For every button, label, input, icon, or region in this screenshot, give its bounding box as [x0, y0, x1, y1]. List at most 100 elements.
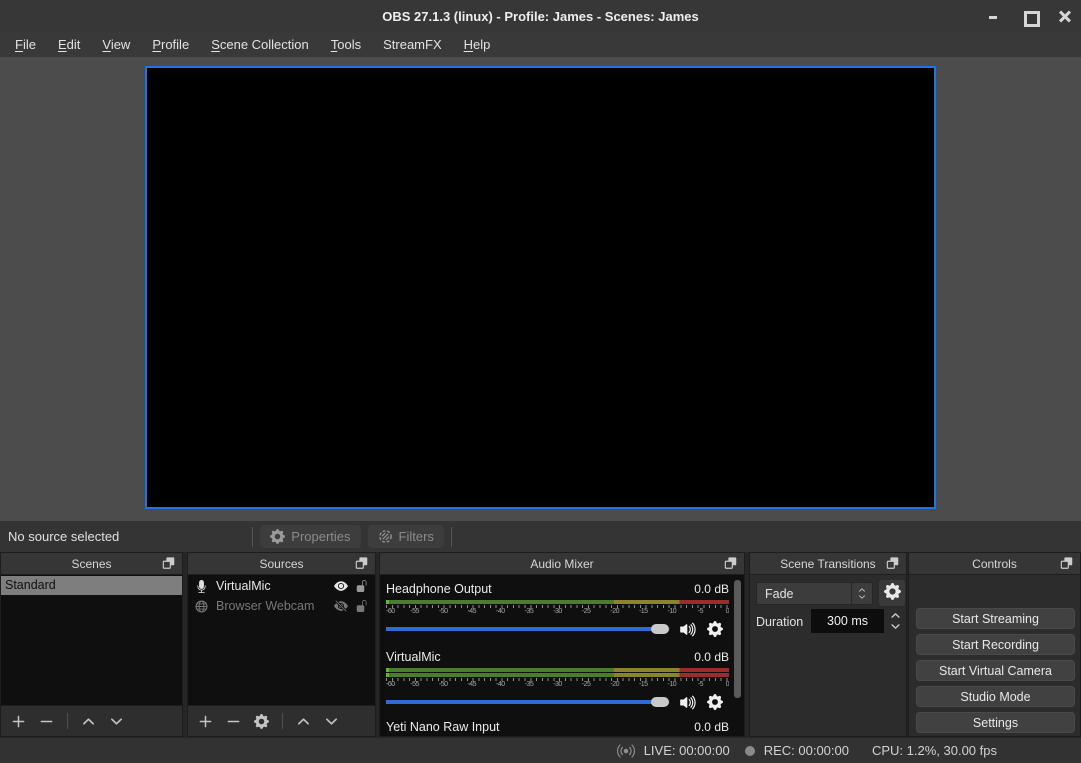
main-area: [0, 57, 1081, 521]
controls-body: Start Streaming Start Recording Start Virt…: [909, 576, 1080, 736]
obs-window: OBS 27.1.3 (linux) - Profile: James - Sc…: [0, 0, 1081, 763]
audio-mixer-header[interactable]: Audio Mixer: [380, 553, 744, 575]
mixer-body: Headphone Output0.0 dB-60-55-50-45-40-35…: [386, 576, 729, 736]
no-source-message: No source selected: [8, 529, 119, 544]
toolbar-separator: [252, 527, 253, 547]
gear-icon: [270, 529, 285, 544]
settings-button[interactable]: Settings: [916, 712, 1075, 733]
duration-input[interactable]: 300 ms: [811, 609, 884, 633]
menu-edit[interactable]: Edit: [47, 32, 91, 57]
volume-meter: [386, 600, 729, 604]
popout-icon[interactable]: [886, 556, 900, 570]
eye-slash-icon[interactable]: [334, 599, 348, 613]
transition-select[interactable]: Fade: [756, 582, 873, 605]
duration-value: 300 ms: [827, 614, 868, 628]
sources-title: Sources: [259, 557, 303, 571]
chevron-down-icon: [858, 594, 866, 601]
chevron-down-icon: [890, 621, 901, 632]
filters-label: Filters: [399, 529, 434, 544]
cpu-fps-status: CPU: 1.2%, 30.00 fps: [872, 743, 997, 758]
start-recording-button[interactable]: Start Recording: [916, 634, 1075, 655]
scene-move-up-button[interactable]: [81, 714, 96, 729]
scene-transitions-panel: Scene Transitions Fade Duration 300 ms: [749, 552, 907, 737]
slider-handle[interactable]: [651, 697, 669, 707]
scene-add-button[interactable]: [11, 714, 26, 729]
scenes-panel: Scenes Standard: [0, 552, 183, 737]
volume-meter: [386, 673, 729, 677]
duration-spinner[interactable]: [886, 609, 904, 633]
speaker-icon[interactable]: [679, 693, 698, 712]
transition-spinner[interactable]: [851, 583, 872, 604]
menu-profile[interactable]: Profile: [141, 32, 200, 57]
source-remove-button[interactable]: [226, 714, 241, 729]
unlock-icon[interactable]: [356, 580, 368, 592]
eye-icon[interactable]: [334, 579, 348, 593]
scene-item[interactable]: Standard: [1, 576, 182, 595]
scene-transitions-header[interactable]: Scene Transitions: [750, 553, 906, 575]
mixer-channel: Yeti Nano Raw Input0.0 dB-60-55-50-45-40…: [386, 719, 729, 736]
dock-area: Scenes Standard Sources VirtualMicBrowse…: [0, 552, 1081, 738]
channel-name: Headphone Output: [386, 582, 492, 596]
duration-label: Duration: [756, 610, 803, 633]
gear-icon[interactable]: [707, 621, 723, 637]
popout-icon[interactable]: [724, 556, 738, 570]
source-move-down-button[interactable]: [324, 714, 339, 729]
source-properties-button[interactable]: [254, 714, 269, 729]
start-streaming-button[interactable]: Start Streaming: [916, 608, 1075, 629]
menu-streamfx[interactable]: StreamFX: [372, 32, 453, 57]
source-add-button[interactable]: [198, 714, 213, 729]
channel-level: 0.0 dB: [694, 650, 729, 664]
window-title: OBS 27.1.3 (linux) - Profile: James - Sc…: [382, 9, 698, 24]
scenes-list: Standard: [1, 576, 182, 704]
title-bar[interactable]: OBS 27.1.3 (linux) - Profile: James - Sc…: [0, 0, 1081, 32]
source-move-up-button[interactable]: [296, 714, 311, 729]
menu-help[interactable]: Help: [453, 32, 502, 57]
controls-header[interactable]: Controls: [909, 553, 1080, 575]
gear-icon: [884, 583, 901, 603]
scene-transitions-title: Scene Transitions: [780, 557, 875, 571]
globe-icon: [195, 600, 208, 613]
popout-icon[interactable]: [355, 556, 369, 570]
mixer-scrollbar[interactable]: [734, 580, 741, 698]
menu-file[interactable]: File: [4, 32, 47, 57]
sources-panel: Sources VirtualMicBrowser Webcam: [187, 552, 376, 737]
sources-list: VirtualMicBrowser Webcam: [188, 576, 375, 704]
studio-mode-button[interactable]: Studio Mode: [916, 686, 1075, 707]
menu-tools[interactable]: Tools: [320, 32, 372, 57]
menu-view[interactable]: View: [91, 32, 141, 57]
transition-properties-button[interactable]: [879, 580, 905, 606]
source-item[interactable]: Browser Webcam: [188, 596, 375, 616]
controls-panel: Controls Start StreamingStart RecordingS…: [908, 552, 1081, 737]
sources-header[interactable]: Sources: [188, 553, 375, 575]
popout-icon[interactable]: [162, 556, 176, 570]
scene-remove-button[interactable]: [39, 714, 54, 729]
toolbar-separator: [451, 527, 452, 547]
record-dot-icon: [745, 746, 755, 756]
maximize-icon[interactable]: [1023, 10, 1035, 22]
unlock-icon[interactable]: [356, 600, 368, 612]
popout-icon[interactable]: [1060, 556, 1074, 570]
scene-move-down-button[interactable]: [109, 714, 124, 729]
gear-icon[interactable]: [707, 694, 723, 710]
controls-title: Controls: [972, 557, 1017, 571]
scenes-header[interactable]: Scenes: [1, 553, 182, 575]
menu-scene-collection[interactable]: Scene Collection: [200, 32, 320, 57]
source-item[interactable]: VirtualMic: [188, 576, 375, 596]
channel-level: 0.0 dB: [694, 720, 729, 734]
transition-value: Fade: [757, 587, 851, 601]
volume-slider[interactable]: [386, 624, 670, 634]
minimize-icon[interactable]: [987, 10, 999, 22]
audio-mixer-panel: Audio Mixer Headphone Output0.0 dB-60-55…: [379, 552, 745, 737]
properties-label: Properties: [291, 529, 350, 544]
start-virtual-camera-button[interactable]: Start Virtual Camera: [916, 660, 1075, 681]
preview-canvas[interactable]: [145, 66, 936, 509]
speaker-icon[interactable]: [679, 620, 698, 639]
volume-slider[interactable]: [386, 697, 670, 707]
mixer-channel: Headphone Output0.0 dB-60-55-50-45-40-35…: [386, 581, 729, 636]
toolbar-separator: [67, 713, 68, 729]
scenes-title: Scenes: [71, 557, 111, 571]
close-icon[interactable]: [1059, 10, 1071, 22]
slider-handle[interactable]: [651, 624, 669, 634]
filters-button[interactable]: Filters: [368, 525, 444, 548]
properties-button[interactable]: Properties: [260, 525, 360, 548]
